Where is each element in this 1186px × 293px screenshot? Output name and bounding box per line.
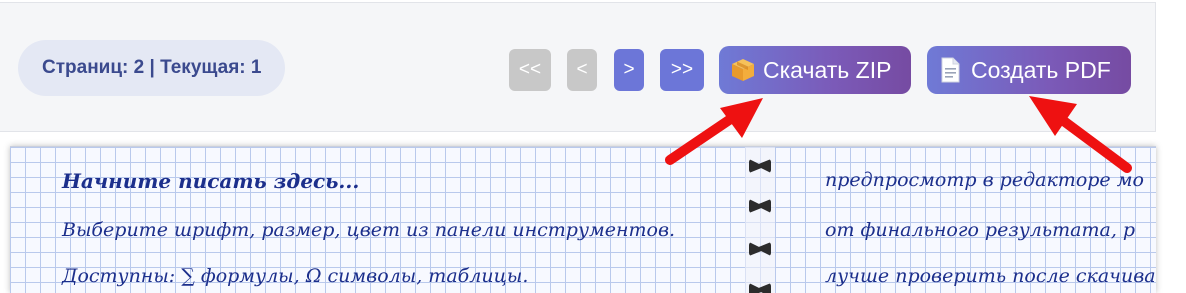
annotation-arrow-pdf	[1029, 96, 1132, 173]
notebook-left-line: Начните писать здесь...	[62, 169, 360, 193]
download-zip-button[interactable]: Скачать ZIP	[719, 46, 911, 94]
notebook-left-line: Доступны: ∑ формулы, Ω символы, таблицы.	[62, 265, 529, 287]
create-pdf-button[interactable]: Создать PDF	[927, 46, 1131, 94]
page-counter: Страниц: 2 | Текущая: 1	[18, 40, 286, 96]
create-pdf-label: Создать PDF	[971, 56, 1111, 83]
next-page-button[interactable]: >	[614, 49, 644, 91]
prev-page-button[interactable]: <	[567, 49, 597, 91]
first-page-button[interactable]: <<	[509, 49, 551, 91]
notebook-right-line: от финального результата, р	[825, 219, 1136, 241]
notebook-right-line: лучше проверить после скачива	[825, 265, 1156, 287]
package-icon	[731, 57, 755, 83]
annotation-arrow-zip	[665, 98, 763, 165]
toolbar: Страниц: 2 | Текущая: 1 << < > >> Скачат…	[0, 2, 1156, 132]
download-zip-label: Скачать ZIP	[763, 56, 892, 83]
notebook-preview: Начните писать здесь... Выберите шрифт, …	[10, 146, 1156, 293]
document-icon	[939, 57, 963, 83]
notebook-left-line: Выберите шрифт, размер, цвет из панели и…	[62, 219, 676, 241]
right-gutter	[1156, 0, 1186, 293]
last-page-button[interactable]: >>	[660, 49, 704, 91]
